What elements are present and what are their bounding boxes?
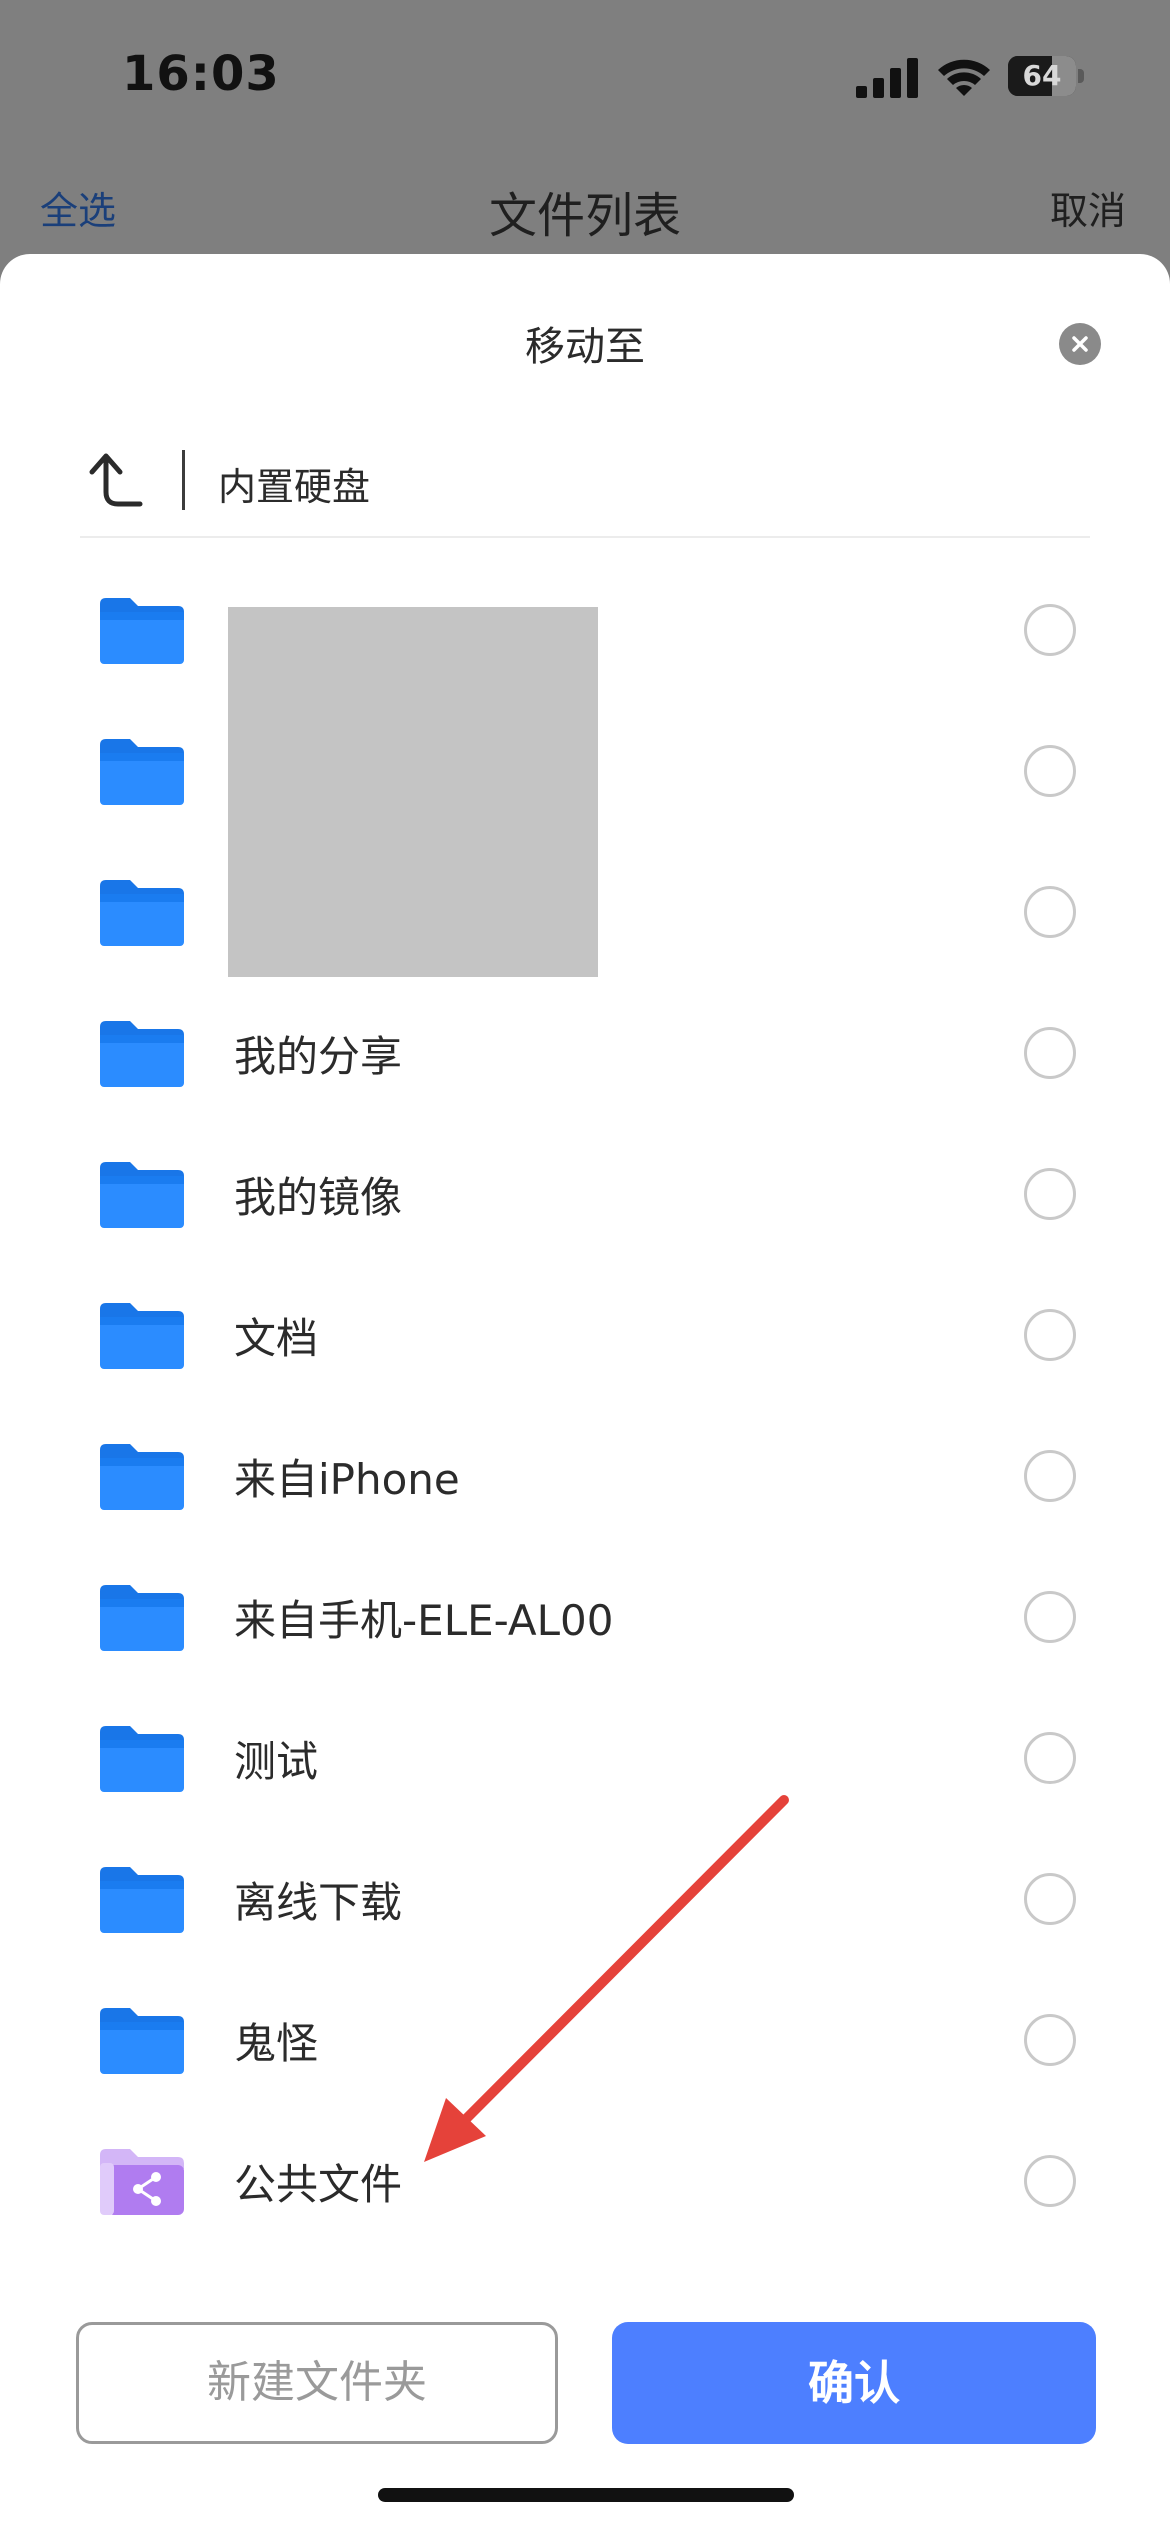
folder-name: 我的分享 xyxy=(234,1032,403,1081)
page-title: 文件列表 xyxy=(488,188,681,244)
folder-name: 公共文件 xyxy=(234,2160,403,2209)
sheet-title: 移动至 xyxy=(525,324,645,370)
battery-icon: 64 xyxy=(1008,56,1084,96)
folder-row[interactable]: 离线下载 xyxy=(0,1823,1170,1964)
home-indicator xyxy=(378,2488,794,2502)
folder-name: 来自iPhone xyxy=(234,1455,460,1504)
select-radio[interactable] xyxy=(1024,1168,1076,1220)
move-to-sheet: 移动至 内置硬盘 我的分享我的镜像文档来自iPhone 来自手机-ELE-AL00… xyxy=(0,254,1170,2532)
confirm-button[interactable]: 确认 xyxy=(612,2322,1096,2444)
wifi-icon xyxy=(938,59,990,96)
folder-name: 测试 xyxy=(234,1737,319,1786)
path-divider xyxy=(182,450,185,510)
folder-icon xyxy=(100,598,184,664)
folder-name: 来自手机-ELE-AL00 xyxy=(234,1596,614,1645)
folder-row[interactable]: 公共文件 xyxy=(0,2105,1170,2246)
select-radio[interactable] xyxy=(1024,1591,1076,1643)
select-radio[interactable] xyxy=(1024,2155,1076,2207)
folder-name: 离线下载 xyxy=(234,1878,403,1927)
folder-row[interactable]: 来自手机-ELE-AL00 xyxy=(0,1541,1170,1682)
folder-icon xyxy=(100,1162,184,1228)
top-nav: 全选 文件列表 取消 xyxy=(0,170,1170,250)
shared-folder-icon xyxy=(100,2149,184,2215)
select-radio[interactable] xyxy=(1024,886,1076,938)
select-radio[interactable] xyxy=(1024,1450,1076,1502)
redacted-block xyxy=(228,607,598,977)
select-radio[interactable] xyxy=(1024,1309,1076,1361)
close-button[interactable] xyxy=(1059,323,1101,365)
select-radio[interactable] xyxy=(1024,604,1076,656)
select-radio[interactable] xyxy=(1024,745,1076,797)
folder-icon xyxy=(100,2008,184,2074)
folder-row[interactable]: 文档 xyxy=(0,1259,1170,1400)
folder-row[interactable]: 测试 xyxy=(0,1682,1170,1823)
folder-row[interactable]: 我的分享 xyxy=(0,977,1170,1118)
close-icon xyxy=(1072,336,1088,352)
cancel-button[interactable]: 取消 xyxy=(1050,180,1126,235)
cellular-signal-icon xyxy=(856,58,918,98)
select-radio[interactable] xyxy=(1024,1732,1076,1784)
folder-row[interactable]: 我的镜像 xyxy=(0,1118,1170,1259)
select-radio[interactable] xyxy=(1024,1027,1076,1079)
folder-row[interactable]: 鬼怪 xyxy=(0,1964,1170,2105)
folder-icon xyxy=(100,1303,184,1369)
parent-folder-icon[interactable] xyxy=(88,448,148,514)
new-folder-button[interactable]: 新建文件夹 xyxy=(76,2322,558,2444)
folder-icon xyxy=(100,1021,184,1087)
select-radio[interactable] xyxy=(1024,2014,1076,2066)
folder-icon xyxy=(100,1585,184,1651)
battery-cap xyxy=(1078,69,1084,83)
folder-icon xyxy=(100,1726,184,1792)
current-path: 内置硬盘 xyxy=(218,465,371,509)
battery-body: 64 xyxy=(1008,56,1076,96)
select-radio[interactable] xyxy=(1024,1873,1076,1925)
folder-icon xyxy=(100,739,184,805)
folder-name: 文档 xyxy=(234,1314,319,1363)
folder-icon xyxy=(100,1444,184,1510)
folder-name: 鬼怪 xyxy=(234,2019,319,2068)
battery-level: 64 xyxy=(1022,59,1062,92)
folder-row[interactable]: 来自iPhone xyxy=(0,1400,1170,1541)
folder-icon xyxy=(100,880,184,946)
path-bar: 内置硬盘 xyxy=(80,438,1090,538)
folder-icon xyxy=(100,1867,184,1933)
folder-name: 我的镜像 xyxy=(234,1173,403,1222)
status-time: 16:03 xyxy=(122,46,280,102)
status-bar: 16:03 64 xyxy=(0,0,1170,150)
